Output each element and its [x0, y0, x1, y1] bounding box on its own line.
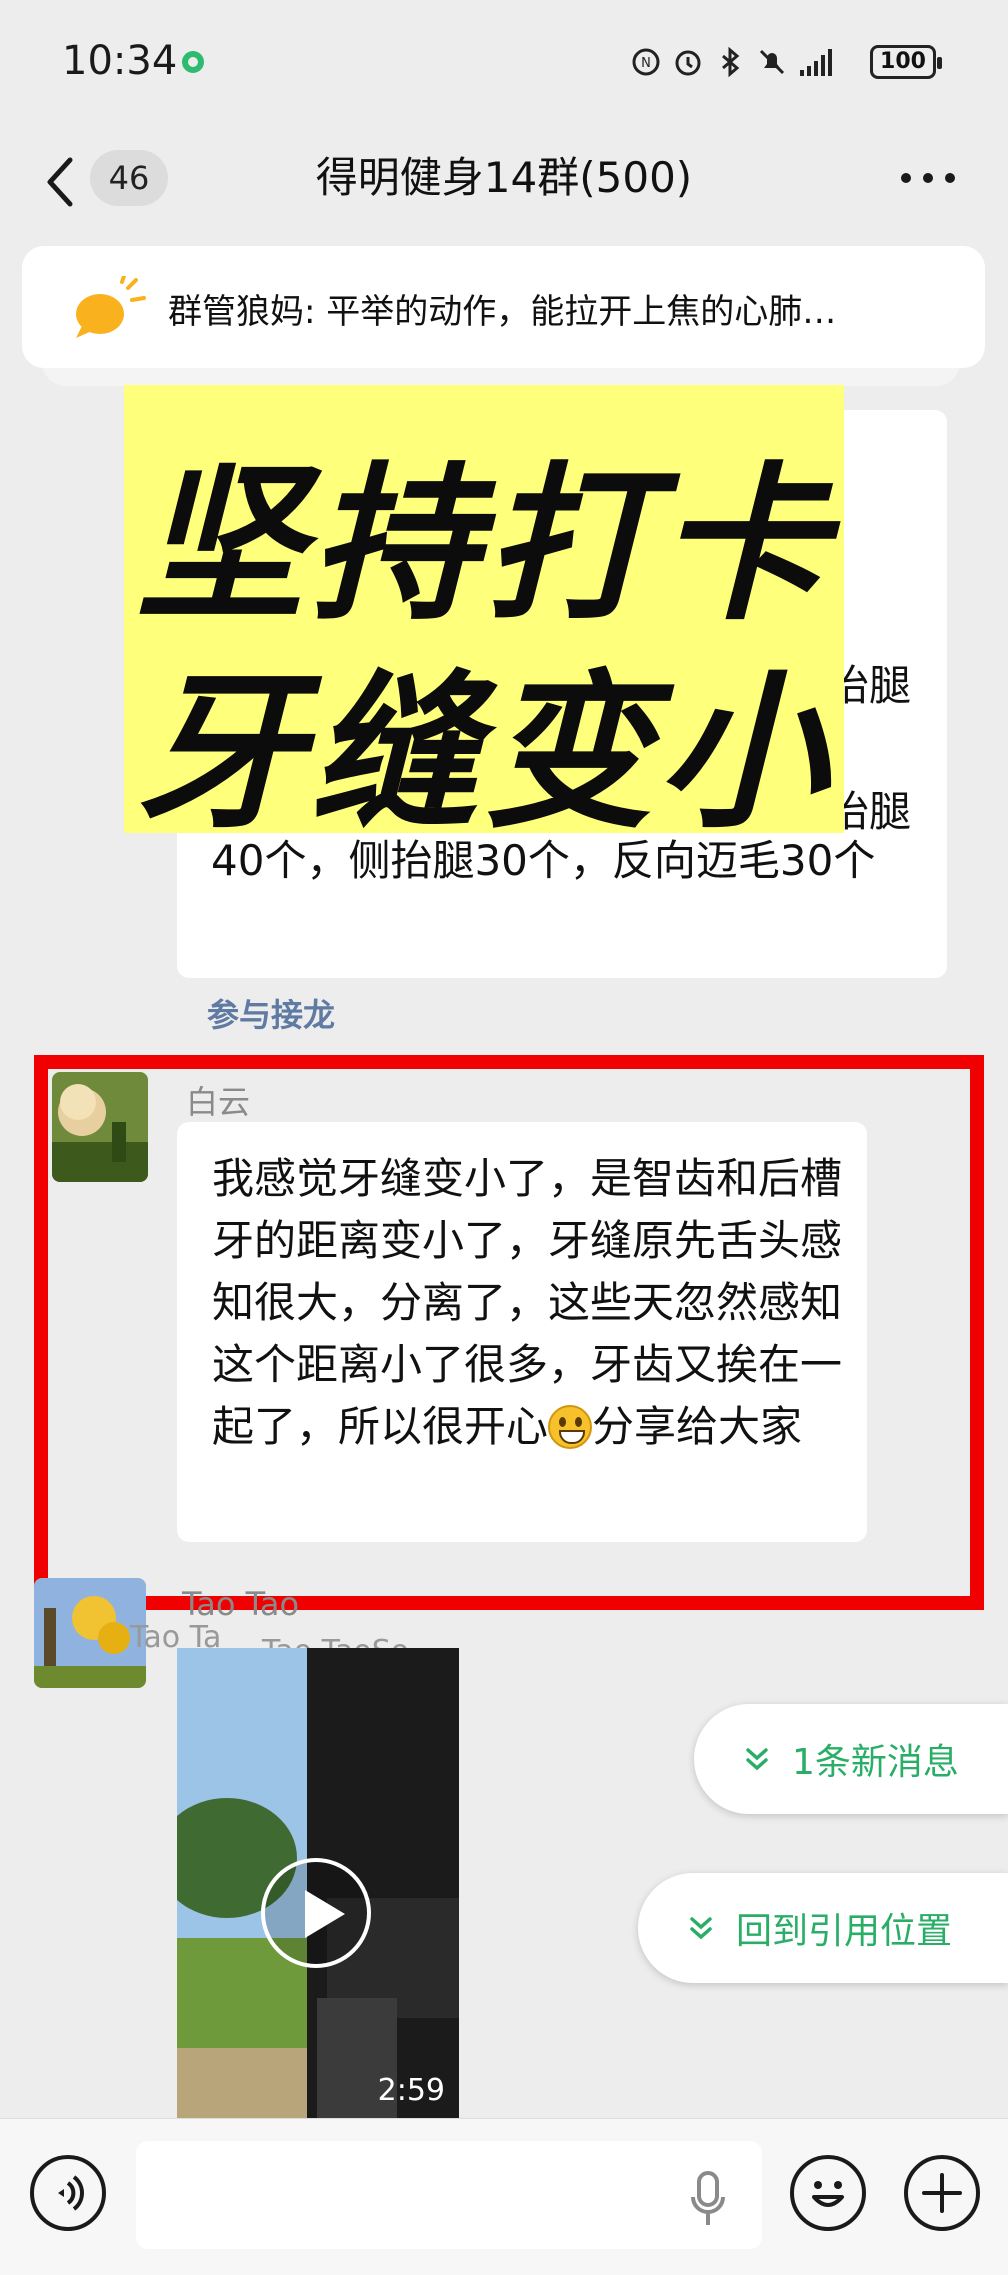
wechat-status-icon: [182, 51, 204, 73]
more-icon[interactable]: [900, 172, 956, 184]
new-messages-button[interactable]: 1条新消息: [694, 1704, 1008, 1814]
emoji-icon: [812, 2181, 844, 2207]
join-relay-link[interactable]: 参与接龙: [207, 990, 335, 1036]
announcement-text: 群管狼妈: 平举的动作，能拉开上焦的心肺…: [168, 292, 837, 332]
voice-icon: [58, 2175, 84, 2211]
video-message[interactable]: 2:59: [177, 1648, 459, 2118]
video-duration: 2:59: [377, 2073, 445, 2108]
voice-toggle-button[interactable]: [30, 2155, 106, 2231]
mute-icon: [759, 49, 785, 75]
bluetooth-icon: [722, 46, 740, 78]
announcement-icon: [76, 276, 146, 338]
svg-text:N: N: [641, 56, 651, 71]
emoji-button[interactable]: [790, 2155, 866, 2231]
overlay-line-1: 坚持打卡: [136, 447, 832, 643]
play-icon[interactable]: [261, 1858, 371, 1968]
new-messages-label: 1条新消息: [792, 1742, 959, 1783]
chevron-down-icon: [690, 1917, 712, 1940]
status-time: 10:34: [62, 38, 178, 84]
promo-overlay: 坚持打卡 牙缝变小: [124, 385, 844, 851]
status-bar: 10:34 N 100: [0, 0, 1008, 120]
status-icons: N: [630, 42, 838, 82]
signal-icon: [800, 49, 832, 76]
chevron-down-icon: [746, 1748, 768, 1771]
chat-title: 得明健身14群(500): [315, 153, 693, 202]
more-actions-button[interactable]: [904, 2155, 980, 2231]
alarm-icon: [675, 50, 701, 76]
back-to-quote-button[interactable]: 回到引用位置: [638, 1873, 1008, 1983]
data-saver-icon: N: [632, 48, 660, 76]
message-input[interactable]: [136, 2141, 762, 2249]
group-announcement[interactable]: 群管狼妈: 平举的动作，能拉开上焦的心肺…: [22, 246, 985, 368]
input-bar: [0, 2118, 1008, 2275]
plus-icon: [922, 2173, 962, 2213]
sender-name: Tao Tao: [182, 1585, 300, 1623]
mic-icon[interactable]: [690, 2171, 726, 2227]
back-to-quote-label: 回到引用位置: [736, 1911, 953, 1952]
overlay-line-2: 牙缝变小: [136, 655, 832, 851]
battery-indicator: 100: [870, 45, 942, 79]
highlight-box: [34, 1055, 984, 1610]
